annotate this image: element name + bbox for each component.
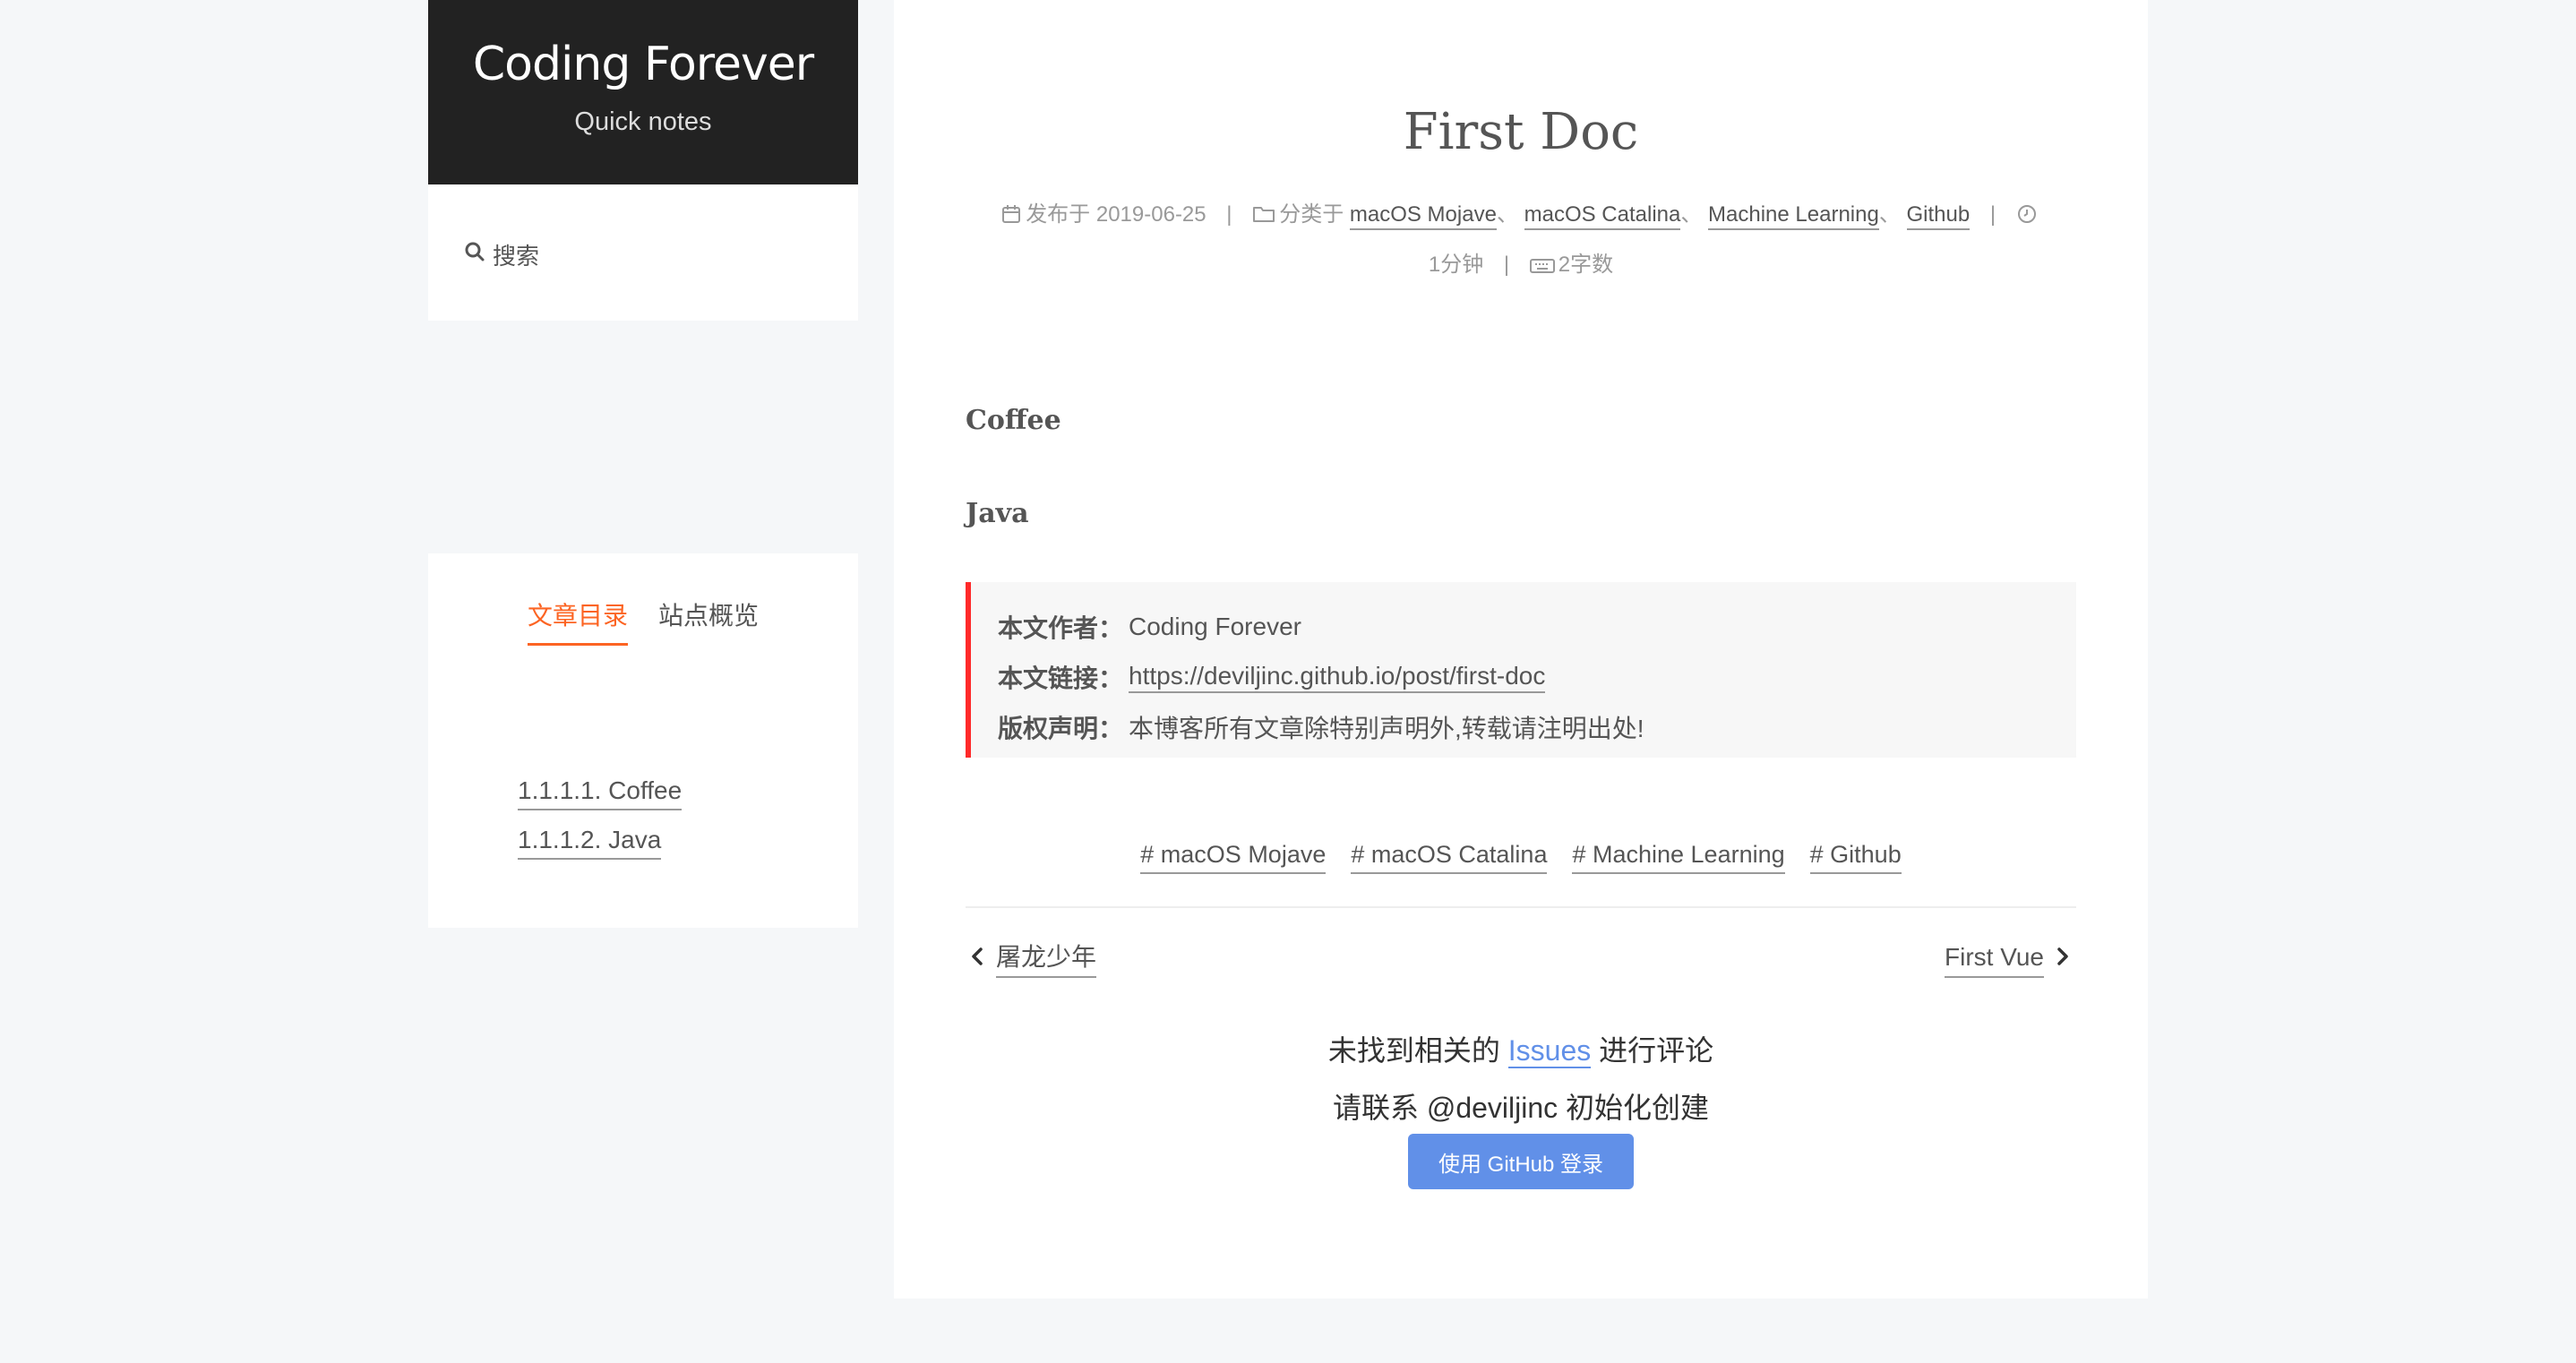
- meta-divider: |: [1503, 253, 1510, 277]
- toc-item-coffee[interactable]: 1.1.1.1. Coffee: [518, 773, 683, 810]
- posted-prefix: 发布于: [1026, 202, 1091, 227]
- category-link[interactable]: macOS Catalina: [1524, 202, 1681, 230]
- chevron-right-icon: [2057, 944, 2069, 973]
- copyright-notice: 本文作者： Coding Forever 本文链接： https://devil…: [966, 582, 2076, 758]
- post-main: First Doc 发布于 2019-06-25 | 分类于 macOS Moj…: [894, 0, 2148, 1299]
- clock-icon: [2016, 195, 2038, 242]
- tab-overview[interactable]: 站点概览: [658, 596, 759, 646]
- issues-link[interactable]: Issues: [1507, 1034, 1592, 1068]
- meta-divider: |: [1989, 202, 1996, 227]
- github-login-button[interactable]: 使用 GitHub 登录: [1408, 1134, 1634, 1189]
- tag-link[interactable]: # macOS Catalina: [1351, 836, 1548, 874]
- word-count: 2字数: [1558, 253, 1614, 277]
- category-link[interactable]: Machine Learning: [1708, 202, 1879, 230]
- post-title: First Doc: [1403, 103, 1639, 161]
- site-subtitle: Quick notes: [574, 107, 712, 136]
- toc-item-java[interactable]: 1.1.1.2. Java: [518, 822, 662, 860]
- prev-post-link[interactable]: 屠龙少年: [971, 939, 1097, 978]
- comments-contact-message: 请联系 @deviljinc 初始化创建: [1332, 1092, 1710, 1124]
- notice-value: 本博客所有文章除特别声明外,转载请注明出处!: [1129, 715, 1644, 742]
- tag-link[interactable]: # macOS Mojave: [1140, 836, 1327, 874]
- sidebar-menu: 搜索: [428, 184, 858, 321]
- comments-line1-after: 进行评论: [1599, 1034, 1714, 1067]
- posted-date: 2019-06-25: [1095, 202, 1206, 227]
- category-prefix: 分类于: [1279, 202, 1344, 227]
- prev-post-title: 屠龙少年: [996, 939, 1097, 978]
- post-footer-divider: [966, 906, 2076, 908]
- comments-line1-before: 未找到相关的: [1327, 1034, 1500, 1067]
- keyboard-icon: [1529, 245, 1555, 292]
- search-button[interactable]: 搜索: [464, 238, 539, 271]
- tag-link[interactable]: # Machine Learning: [1572, 836, 1785, 874]
- search-icon: [464, 241, 485, 269]
- sidebar-toc-panel: 文章目录 站点概览 1.1.1.1. Coffee 1.1.1.2. Java: [428, 553, 858, 928]
- post-tags: # macOS Mojave # macOS Catalina # Machin…: [966, 836, 2076, 874]
- meta-divider: |: [1226, 202, 1232, 227]
- notice-label: 版权声明：: [998, 715, 1124, 742]
- chevron-left-icon: [971, 944, 983, 973]
- toc-list: 1.1.1.1. Coffee 1.1.1.2. Java: [518, 768, 683, 867]
- tag-link[interactable]: # Github: [1809, 836, 1902, 874]
- author-label: 本文作者：: [998, 614, 1124, 642]
- category-link[interactable]: macOS Mojave: [1349, 202, 1497, 230]
- heading-coffee: Coffee: [966, 405, 1061, 436]
- author-value: Coding Forever: [1129, 613, 1301, 640]
- link-label: 本文链接：: [998, 664, 1124, 692]
- next-post-title: First Vue: [1945, 939, 2044, 978]
- category-link[interactable]: Github: [1906, 202, 1971, 230]
- post-meta: 发布于 2019-06-25 | 分类于 macOS Mojave、 macOS…: [966, 192, 2076, 292]
- comments-init-message: 未找到相关的 Issues 进行评论: [894, 1028, 2148, 1069]
- tab-toc[interactable]: 文章目录: [527, 596, 628, 646]
- sidebar-tabs: 文章目录 站点概览: [428, 596, 858, 646]
- post-permalink[interactable]: https://deviljinc.github.io/post/first-d…: [1129, 661, 1546, 693]
- site-title[interactable]: Coding Forever: [428, 34, 858, 95]
- heading-java: Java: [966, 498, 1029, 529]
- next-post-link[interactable]: First Vue: [1945, 939, 2069, 978]
- calendar-icon: [1000, 195, 1022, 242]
- category-separator: 、: [1878, 202, 1901, 227]
- site-brand: Coding Forever Quick notes: [428, 0, 858, 184]
- reading-time: 1分钟: [1428, 253, 1484, 277]
- category-separator: 、: [1496, 202, 1518, 227]
- category-separator: 、: [1680, 202, 1703, 227]
- folder-icon: [1252, 195, 1275, 242]
- search-label: 搜索: [493, 243, 540, 270]
